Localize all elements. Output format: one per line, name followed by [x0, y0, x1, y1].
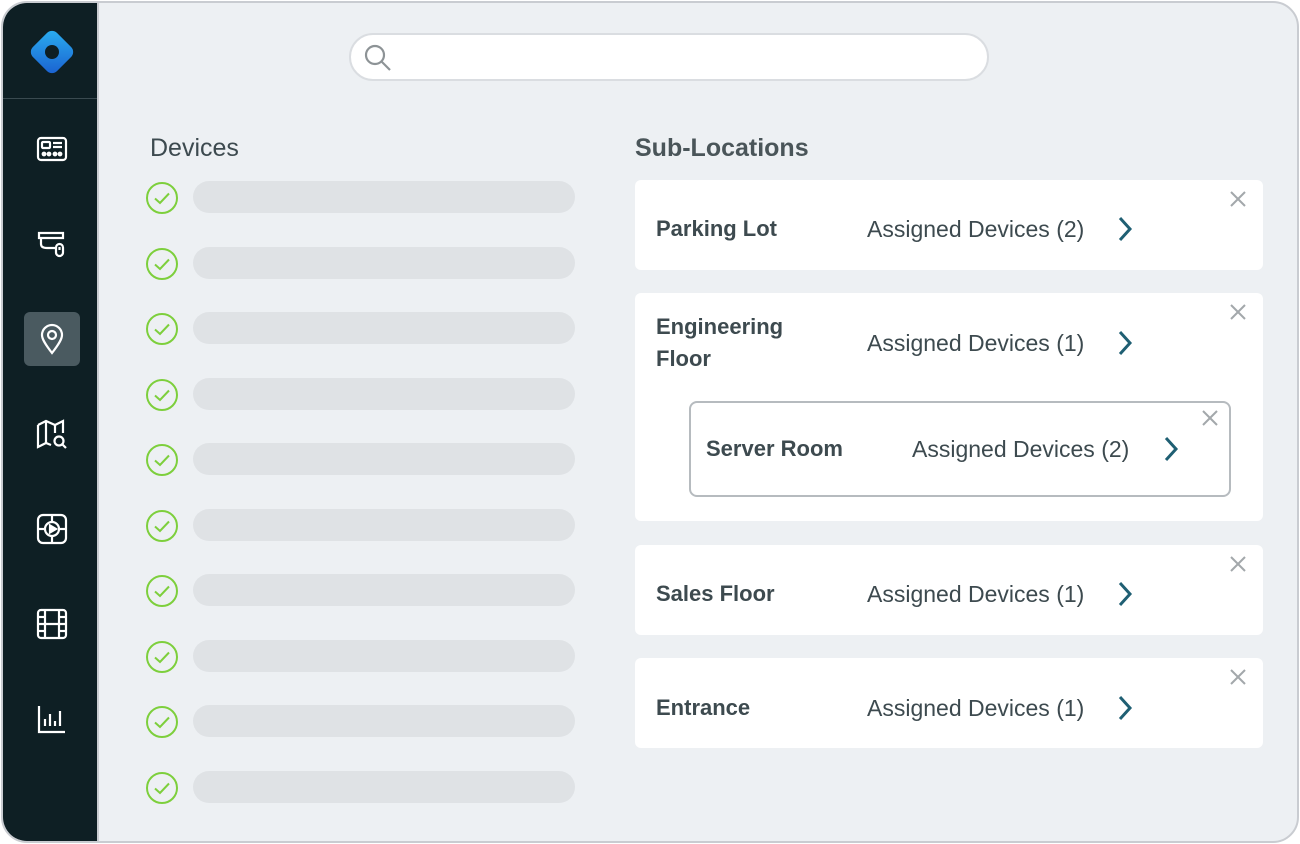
close-icon[interactable] [1229, 555, 1247, 573]
device-name-placeholder [193, 443, 575, 475]
nav-reports[interactable] [24, 692, 80, 746]
device-name-placeholder [193, 181, 575, 213]
sublocation-name: Sales Floor [656, 581, 775, 606]
chevron-right-icon[interactable] [1161, 435, 1181, 463]
device-row[interactable] [145, 705, 577, 739]
film-icon [36, 608, 68, 640]
check-circle-icon [146, 247, 178, 280]
device-row[interactable] [145, 770, 577, 805]
device-row[interactable] [145, 443, 577, 477]
sublocation-card: Parking Lot Assigned Devices (2) [635, 180, 1263, 270]
app-logo [30, 30, 74, 74]
sublocation-card: Sales Floor Assigned Devices (1) [635, 545, 1263, 635]
search-input[interactable] [399, 41, 969, 73]
assigned-devices-link[interactable]: Assigned Devices (1) [867, 327, 1084, 359]
device-name-placeholder [193, 770, 575, 803]
device-name-placeholder [193, 574, 575, 606]
child-sublocation-card: Server Room Assigned Devices (2) [689, 401, 1231, 497]
nav-dashboard[interactable] [24, 122, 80, 176]
devices-heading: Devices [150, 134, 239, 162]
sublocation-name: Engineering Floor [656, 314, 784, 371]
logo-area [3, 3, 97, 99]
assigned-devices-link[interactable]: Assigned Devices (1) [867, 692, 1084, 724]
device-name-placeholder [193, 312, 575, 344]
assigned-devices-link[interactable]: Assigned Devices (1) [867, 578, 1084, 610]
assigned-devices-link[interactable]: Assigned Devices (2) [867, 213, 1084, 245]
search-icon [364, 44, 391, 71]
check-circle-icon [146, 706, 178, 738]
sidebar [3, 3, 99, 841]
check-circle-icon [146, 182, 178, 214]
video-play-icon [36, 513, 68, 545]
close-icon[interactable] [1229, 668, 1247, 686]
check-circle-icon [146, 575, 178, 607]
check-circle-icon [146, 378, 178, 411]
sublocation-card: Engineering Floor Assigned Devices (1) S… [635, 293, 1263, 521]
sublocation-name: Entrance [656, 695, 751, 720]
nav-recordings[interactable] [24, 597, 80, 651]
device-row[interactable] [145, 574, 577, 608]
nav-video[interactable] [24, 502, 80, 556]
app-window: Devices Sub-Locations Parking Lot Assign… [1, 1, 1299, 843]
device-name-placeholder [193, 246, 575, 279]
location-pin-icon [40, 323, 64, 355]
sublocations-heading: Sub-Locations [635, 134, 809, 162]
check-circle-icon [146, 313, 178, 345]
device-name-placeholder [193, 377, 575, 410]
device-row[interactable] [145, 639, 577, 674]
check-circle-icon [146, 509, 178, 542]
chevron-right-icon[interactable] [1115, 215, 1135, 243]
sublocation-name: Parking Lot [656, 216, 778, 241]
sublocation-card: Entrance Assigned Devices (1) [635, 658, 1263, 748]
nav-locations[interactable] [24, 312, 80, 366]
device-row[interactable] [145, 181, 577, 215]
chevron-right-icon[interactable] [1115, 694, 1135, 722]
assigned-devices-link[interactable]: Assigned Devices (2) [912, 433, 1129, 465]
map-search-icon [36, 419, 67, 449]
check-circle-icon [146, 640, 178, 673]
device-name-placeholder [193, 508, 575, 541]
dashboard-icon [36, 136, 68, 162]
bar-chart-icon [37, 706, 65, 734]
device-row[interactable] [145, 246, 577, 281]
search-box[interactable] [349, 33, 989, 81]
device-name-placeholder [193, 639, 575, 672]
nav-map-search[interactable] [24, 407, 80, 461]
check-circle-icon [146, 444, 178, 476]
device-row[interactable] [145, 508, 577, 543]
device-row[interactable] [145, 312, 577, 346]
device-row[interactable] [145, 377, 577, 412]
camera-icon [37, 231, 65, 258]
nav-cameras[interactable] [24, 216, 80, 270]
close-icon[interactable] [1201, 409, 1219, 427]
close-icon[interactable] [1229, 190, 1247, 208]
chevron-right-icon[interactable] [1115, 329, 1135, 357]
sublocation-name: Server Room [706, 436, 843, 461]
chevron-right-icon[interactable] [1115, 580, 1135, 608]
close-icon[interactable] [1229, 303, 1247, 321]
check-circle-icon [146, 771, 178, 804]
device-name-placeholder [193, 705, 575, 737]
